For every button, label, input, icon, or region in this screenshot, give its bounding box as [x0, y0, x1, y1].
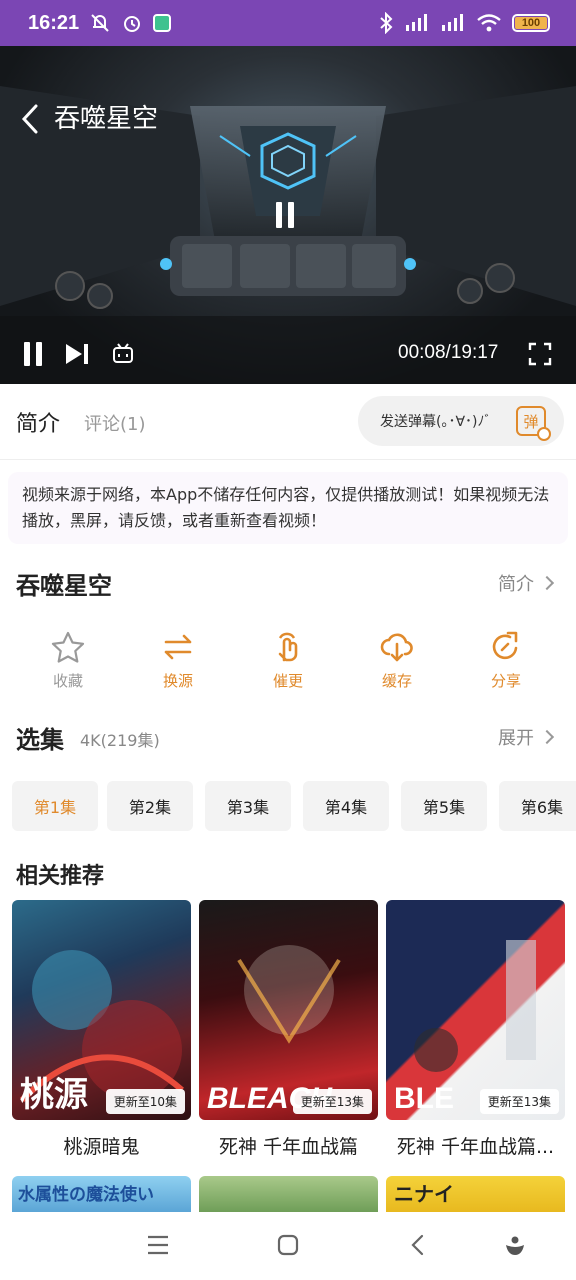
back-arrow-icon[interactable] — [18, 102, 44, 136]
source-notice: 视频来源于网络，本App不储存任何内容，仅提供播放测试！如果视频无法播放，黑屏，… — [8, 472, 568, 544]
tab-comments[interactable]: 评论(1) — [84, 410, 146, 436]
video-title: 吞噬星空 — [54, 104, 159, 134]
signal-icon-2 — [442, 14, 463, 31]
poster-title-text: 水属性の魔法使い — [18, 1185, 154, 1205]
fullscreen-icon[interactable] — [528, 342, 552, 366]
poster-title-text: BLE — [394, 1082, 454, 1115]
star-icon — [51, 631, 85, 663]
recommend-card[interactable]: BLE 更新至13集 死神 千年血战篇... — [386, 900, 565, 1159]
poster-title-text: ニナイ — [394, 1182, 454, 1206]
back-icon[interactable] — [410, 1234, 426, 1256]
status-time: 16:21 — [28, 11, 80, 34]
action-bar: 收藏 换源 催更 缓存 分享 — [0, 630, 576, 700]
show-title: 吞噬星空 — [16, 572, 112, 600]
recommend-card[interactable]: 桃源 更新至10集 桃源暗鬼 — [12, 900, 191, 1159]
favorite-button[interactable]: 收藏 — [28, 630, 108, 691]
episode-item-4[interactable]: 第4集 — [303, 781, 389, 831]
recommend-title: 相关推荐 — [16, 864, 105, 889]
episode-item-1[interactable]: 第1集 — [12, 781, 98, 831]
signal-icon — [406, 14, 427, 31]
danmaku-send-icon[interactable]: 弹 — [516, 406, 551, 441]
mute-icon — [91, 14, 109, 32]
status-bar: 16:21 100 — [0, 0, 576, 46]
urge-update-button[interactable]: 催更 — [248, 630, 328, 691]
chevron-right-icon — [539, 575, 555, 591]
episodes-title: 选集 — [16, 726, 64, 754]
battery-icon: 100 — [512, 14, 550, 32]
shield-icon — [153, 14, 172, 32]
swap-icon — [164, 634, 192, 660]
pause-button[interactable] — [24, 342, 44, 366]
alarm-icon — [124, 16, 141, 32]
home-icon[interactable] — [277, 1234, 299, 1256]
poster-image: BLE 更新至13集 — [386, 900, 565, 1120]
recommend-card-partial[interactable]: ニナイ — [386, 1176, 565, 1212]
video-player[interactable]: 吞噬星空 00:08/19:17 — [0, 46, 576, 384]
assistant-icon[interactable] — [504, 1234, 526, 1256]
cloud-download-icon — [380, 633, 413, 662]
recommend-card[interactable]: BLEACH 更新至13集 死神 千年血战篇 — [199, 900, 378, 1159]
recommend-card-partial[interactable] — [199, 1176, 378, 1212]
bluetooth-icon — [380, 12, 393, 34]
share-icon — [492, 631, 518, 660]
hand-icon — [278, 632, 298, 662]
recommend-card-partial[interactable]: 水属性の魔法使い — [12, 1176, 191, 1212]
poster-image: BLEACH 更新至13集 — [199, 900, 378, 1120]
episodes-meta: 4K(219集) — [80, 731, 160, 750]
update-badge: 更新至10集 — [105, 1089, 185, 1114]
tab-intro[interactable]: 简介 — [16, 406, 60, 438]
episode-item-3[interactable]: 第3集 — [205, 781, 291, 831]
next-episode-icon[interactable] — [64, 342, 90, 366]
battery-level: 100 — [521, 17, 541, 29]
center-pause-button[interactable] — [276, 202, 300, 228]
tabs-row: 简介 评论(1) 发送弹幕(｡･∀･)ﾉﾞ 弹 — [0, 384, 576, 460]
wifi-icon — [477, 14, 501, 32]
episode-list: 第1集 第2集 第3集 第4集 第5集 第6集 — [12, 781, 576, 831]
update-badge: 更新至13集 — [292, 1089, 372, 1114]
expand-episodes-link[interactable]: 展开 — [498, 724, 555, 750]
system-nav-bar — [0, 1212, 576, 1280]
update-badge: 更新至13集 — [479, 1089, 559, 1114]
poster-image: 桃源 更新至10集 — [12, 900, 191, 1120]
recommend-name: 桃源暗鬼 — [63, 1136, 140, 1158]
cache-download-button[interactable]: 缓存 — [357, 630, 437, 691]
danmaku-toggle-icon[interactable] — [112, 343, 134, 365]
send-danmaku-input[interactable]: 发送弹幕(｡･∀･)ﾉﾞ 弹 — [358, 396, 564, 446]
episode-item-5[interactable]: 第5集 — [401, 781, 487, 831]
episode-item-6[interactable]: 第6集 — [499, 781, 576, 831]
recommend-name: 死神 千年血战篇... — [396, 1136, 555, 1158]
switch-source-button[interactable]: 换源 — [138, 630, 218, 691]
poster-title-text: 桃源 — [20, 1076, 88, 1114]
menu-icon[interactable] — [146, 1234, 170, 1256]
recommend-name: 死神 千年血战篇 — [218, 1136, 359, 1158]
episode-item-2[interactable]: 第2集 — [107, 781, 193, 831]
intro-link[interactable]: 简介 — [498, 570, 555, 596]
share-button[interactable]: 分享 — [466, 630, 546, 691]
playback-time: 00:08/19:17 — [398, 342, 499, 363]
send-danmaku-placeholder: 发送弹幕(｡･∀･)ﾉﾞ — [380, 414, 492, 430]
chevron-right-icon — [539, 729, 555, 745]
